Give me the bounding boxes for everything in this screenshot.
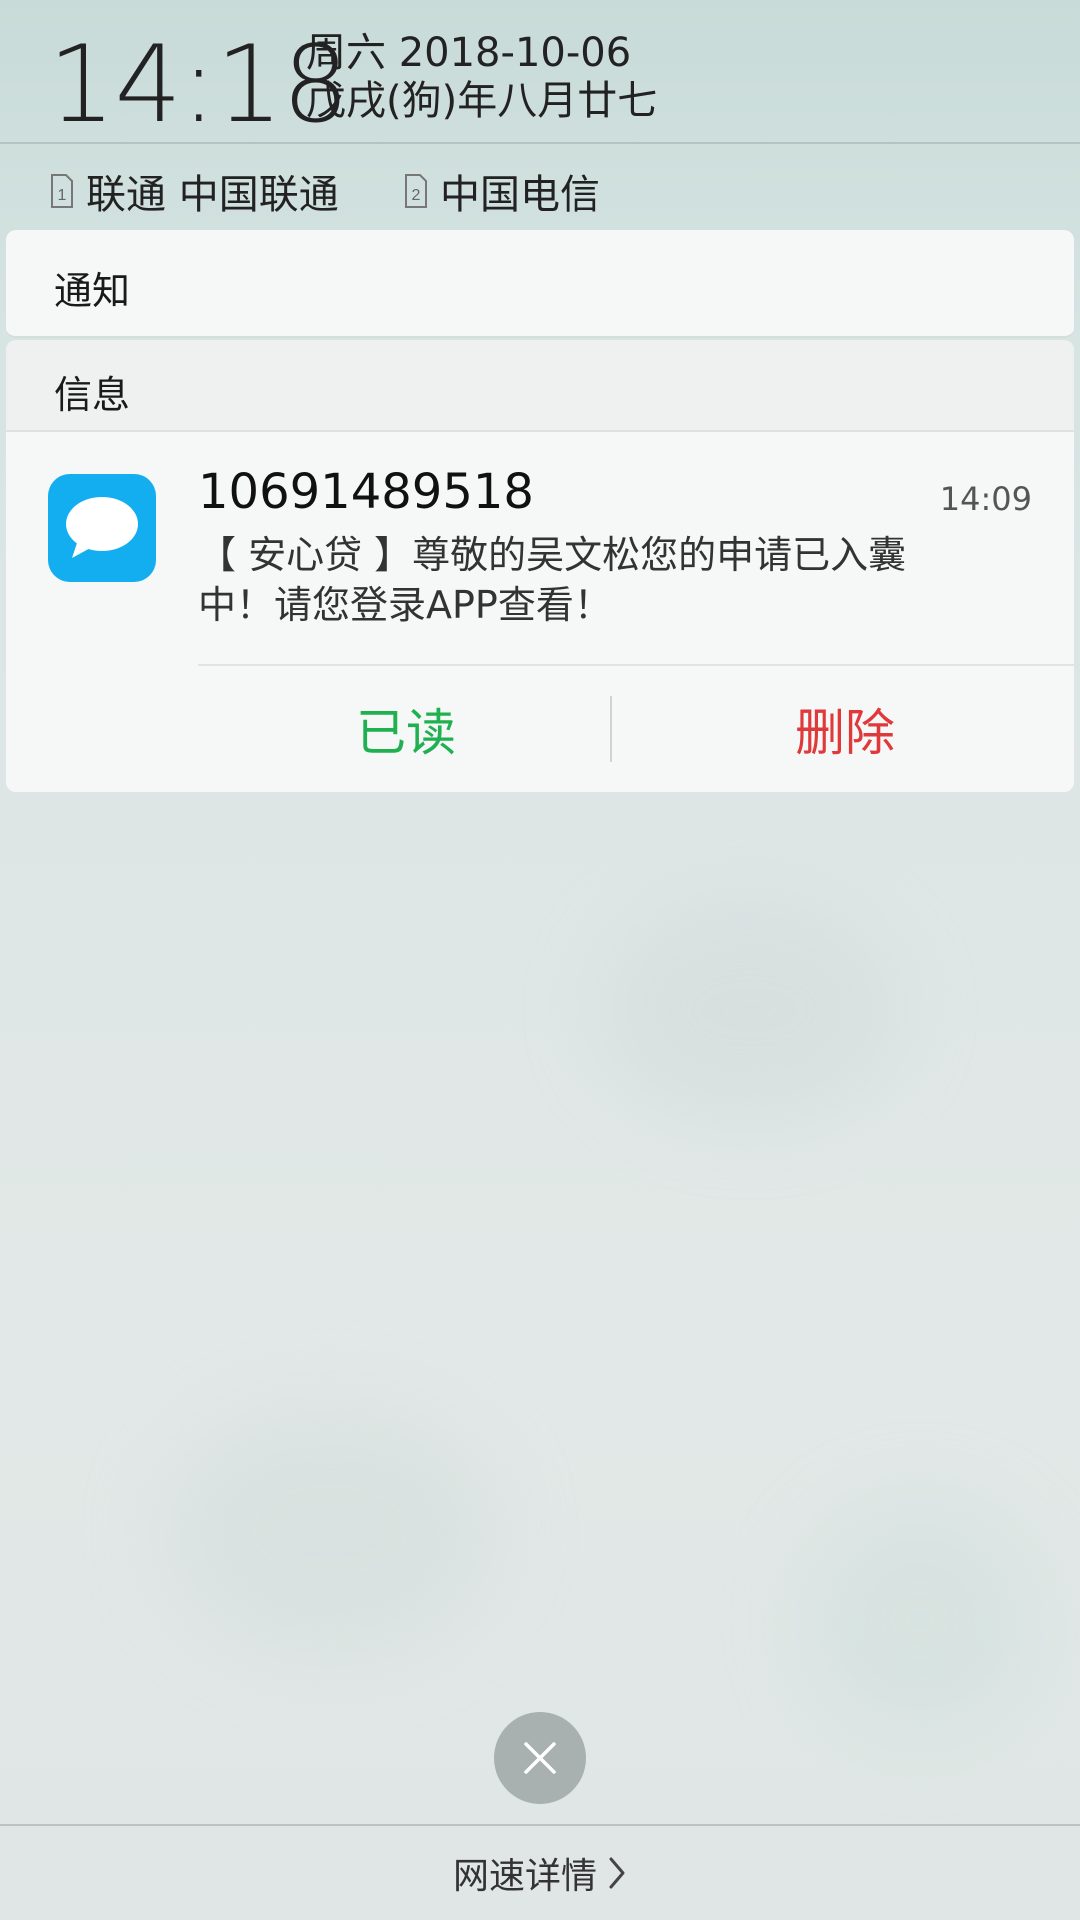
notifications-section[interactable]: 通知 [6, 230, 1074, 338]
message-sender: 10691489518 [198, 464, 534, 520]
carrier-bar: 1 联通 中国联通 2 中国电信 [0, 144, 1080, 230]
section-title: 信息 [54, 373, 131, 417]
mark-read-button[interactable]: 已读 [198, 666, 614, 792]
message-body: 【 安心贷 】尊敬的吴文松您的申请已入囊中！请您登录APP查看！ [198, 533, 907, 627]
net-speed-details-link[interactable]: 网速详情 [0, 1826, 1080, 1920]
background-blur [600, 900, 900, 1120]
messages-section-header: 信息 [6, 340, 1074, 432]
clock: 14:18 [48, 23, 349, 146]
background-blur [800, 1500, 1040, 1740]
lunar-date: 戊戌(狗)年八月廿七 [306, 78, 658, 124]
svg-text:1: 1 [58, 187, 67, 204]
divider [610, 696, 612, 762]
chevron-right-icon [609, 1857, 625, 1889]
message-notification[interactable]: 信息 10691489518 14:09 【 安心贷 】尊敬的吴文松您的申请已入… [6, 340, 1074, 792]
close-icon[interactable] [494, 1712, 586, 1804]
carrier-name: 联通 中国联通 [86, 172, 339, 218]
message-time: 14:09 [939, 480, 1032, 518]
message-bubble-icon[interactable] [48, 474, 156, 582]
section-title: 通知 [54, 269, 131, 313]
sim-card-icon: 2 [405, 174, 427, 208]
date: 周六 2018-10-06 [306, 30, 632, 76]
carrier-sim-1: 1 联通 中国联通 [50, 162, 339, 220]
lockscreen-header: 14:18 周六 2018-10-06 戊戌(狗)年八月廿七 [0, 0, 1080, 142]
svg-text:2: 2 [412, 187, 421, 204]
sim-card-icon: 1 [51, 174, 73, 208]
carrier-sim-2: 2 中国电信 [404, 162, 600, 220]
background-blur [160, 1400, 500, 1660]
delete-button[interactable]: 删除 [616, 666, 1074, 792]
net-speed-label: 网速详情 [452, 1856, 597, 1897]
carrier-name: 中国电信 [440, 172, 600, 218]
